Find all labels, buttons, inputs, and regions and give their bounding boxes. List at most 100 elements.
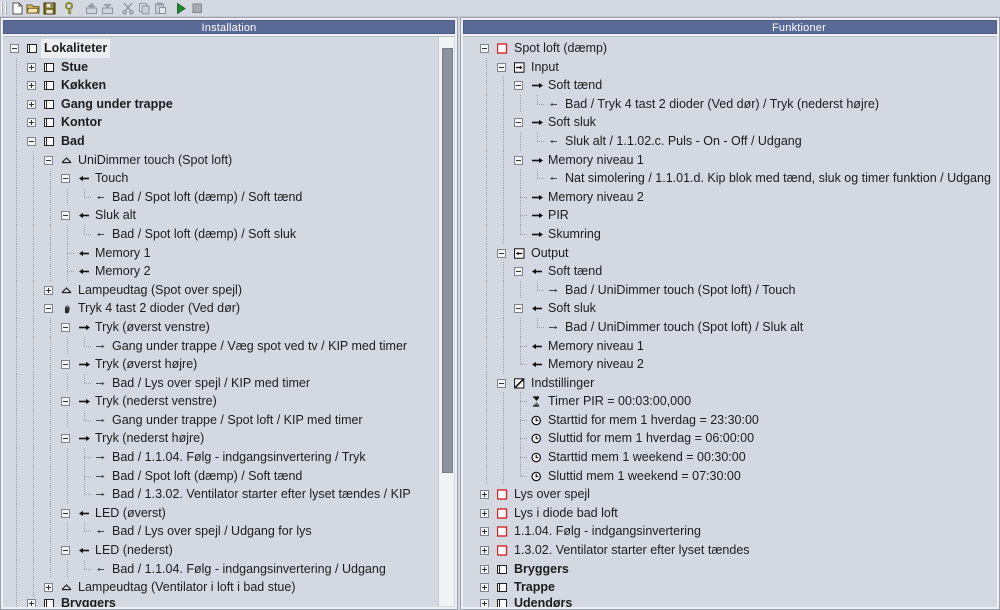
collapse-node-button[interactable] bbox=[477, 39, 496, 58]
upload-icon[interactable] bbox=[83, 1, 99, 16]
tree-row[interactable]: Soft sluk bbox=[463, 113, 991, 132]
tree-row[interactable]: Output bbox=[463, 243, 991, 263]
key-icon[interactable] bbox=[62, 1, 78, 16]
tree-row[interactable]: Soft tænd bbox=[463, 76, 991, 95]
expand-node-button[interactable] bbox=[24, 95, 43, 114]
tree-row[interactable]: Bad / Spot loft (dæmp) / Soft tænd bbox=[3, 187, 411, 207]
tree-row[interactable]: Memory niveau 2 bbox=[463, 187, 991, 207]
tree-row[interactable]: Bryggers bbox=[3, 593, 411, 607]
tree-row[interactable]: 1.3.02. Ventilator starter efter lyset t… bbox=[463, 541, 991, 560]
tree-row[interactable]: Spot loft (dæmp) bbox=[463, 39, 991, 58]
tree-row[interactable]: Bad / Tryk 4 tast 2 dioder (Ved dør) / T… bbox=[463, 94, 991, 114]
tree-row[interactable]: Starttid mem 1 weekend = 00:30:00 bbox=[463, 448, 991, 467]
tree-row[interactable]: Sluk alt / 1.1.02.c. Puls - On - Off / U… bbox=[463, 131, 991, 151]
tree-row[interactable]: Skumring bbox=[463, 224, 991, 244]
tree-row[interactable]: Bad / Spot loft (dæmp) / Soft sluk bbox=[3, 224, 411, 244]
tree-row[interactable]: Bad / 1.1.04. Følg - indgangsinvertering… bbox=[3, 448, 411, 467]
tree-row[interactable]: UniDimmer touch (Spot loft) bbox=[3, 150, 411, 170]
installation-tree[interactable]: Lokaliteter Stue Køkken Gang under trappe Ko… bbox=[3, 37, 411, 607]
tree-row[interactable]: Lys i diode bad loft bbox=[463, 504, 991, 523]
functions-tree-scroll-area[interactable]: Spot loft (dæmp) Input Soft tænd Bad / Tryk… bbox=[463, 36, 997, 607]
collapse-node-button[interactable] bbox=[58, 318, 77, 337]
copy-icon[interactable] bbox=[136, 1, 152, 16]
collapse-node-button[interactable] bbox=[511, 299, 530, 318]
collapse-node-button[interactable] bbox=[494, 58, 513, 77]
tree-row[interactable]: Lampeudtag (Spot over spejl) bbox=[3, 280, 411, 300]
download-icon[interactable] bbox=[99, 1, 115, 16]
installation-tree-scroll-area[interactable]: Lokaliteter Stue Køkken Gang under trappe Ko… bbox=[3, 36, 455, 607]
tree-row[interactable]: Kontor bbox=[3, 113, 411, 132]
tree-row[interactable]: Indstillinger bbox=[463, 373, 991, 393]
tree-row[interactable]: Soft tænd bbox=[463, 262, 991, 281]
tree-row[interactable]: Lys over spejl bbox=[463, 485, 991, 504]
installation-scrollbar[interactable] bbox=[438, 37, 454, 606]
collapse-node-button[interactable] bbox=[511, 262, 530, 281]
expand-node-button[interactable] bbox=[24, 594, 43, 607]
collapse-node-button[interactable] bbox=[58, 504, 77, 523]
collapse-node-button[interactable] bbox=[511, 76, 530, 95]
tree-row[interactable]: 1.1.04. Følg - indgangsinvertering bbox=[463, 522, 991, 541]
run-play-icon[interactable] bbox=[173, 1, 189, 16]
tree-row[interactable]: Bad / UniDimmer touch (Spot loft) / Touc… bbox=[463, 280, 991, 300]
collapse-node-button[interactable] bbox=[24, 132, 43, 151]
expand-node-button[interactable] bbox=[477, 541, 496, 560]
tree-row[interactable]: Stue bbox=[3, 57, 411, 77]
tree-row[interactable]: Timer PIR = 00:03:00,000 bbox=[463, 392, 991, 411]
collapse-node-button[interactable] bbox=[58, 169, 77, 188]
expand-node-button[interactable] bbox=[477, 504, 496, 523]
tree-row[interactable]: Memory niveau 1 bbox=[463, 336, 991, 356]
tree-row[interactable]: Bad / Lys over spejl / KIP med timer bbox=[3, 373, 411, 393]
collapse-node-button[interactable] bbox=[58, 541, 77, 560]
tree-row[interactable]: Bryggers bbox=[463, 560, 991, 579]
collapse-node-button[interactable] bbox=[511, 113, 530, 132]
tree-row[interactable]: Tryk (øverst højre) bbox=[3, 355, 411, 374]
expand-node-button[interactable] bbox=[41, 281, 60, 300]
tree-row[interactable]: Bad / UniDimmer touch (Spot loft) / Sluk… bbox=[463, 317, 991, 337]
tree-row[interactable]: Gang under trappe / Spot loft / KIP med … bbox=[3, 410, 411, 430]
tree-row[interactable]: LED (øverst) bbox=[3, 503, 411, 523]
expand-node-button[interactable] bbox=[477, 522, 496, 541]
tree-row[interactable]: Sluk alt bbox=[3, 206, 411, 225]
expand-node-button[interactable] bbox=[24, 76, 43, 95]
tree-row[interactable]: Udendørs bbox=[463, 594, 991, 607]
collapse-node-button[interactable] bbox=[7, 39, 26, 58]
tree-row[interactable]: Bad / Lys over spejl / Udgang for lys bbox=[3, 522, 411, 542]
paste-icon[interactable] bbox=[152, 1, 168, 16]
tree-row[interactable]: Tryk 4 tast 2 dioder (Ved dør) bbox=[3, 299, 411, 318]
collapse-node-button[interactable] bbox=[58, 206, 77, 225]
cut-scissors-icon[interactable] bbox=[120, 1, 136, 16]
expand-node-button[interactable] bbox=[477, 560, 496, 579]
tree-row[interactable]: Sluttid for mem 1 hverdag = 06:00:00 bbox=[463, 429, 991, 449]
tree-row[interactable]: Køkken bbox=[3, 76, 411, 95]
collapse-node-button[interactable] bbox=[58, 392, 77, 411]
collapse-node-button[interactable] bbox=[494, 244, 513, 263]
tree-row[interactable]: Gang under trappe bbox=[3, 94, 411, 114]
tree-row[interactable]: Bad bbox=[3, 131, 411, 151]
installation-scrollbar-thumb[interactable] bbox=[442, 48, 453, 473]
tree-row[interactable]: Soft sluk bbox=[463, 299, 991, 318]
expand-node-button[interactable] bbox=[477, 485, 496, 504]
expand-node-button[interactable] bbox=[24, 113, 43, 132]
tree-row[interactable]: Touch bbox=[3, 169, 411, 188]
save-disk-icon[interactable] bbox=[41, 1, 57, 16]
tree-row[interactable]: Nat simolering / 1.1.01.d. Kip blok med … bbox=[463, 169, 991, 188]
new-file-icon[interactable] bbox=[9, 1, 25, 16]
collapse-node-button[interactable] bbox=[58, 355, 77, 374]
tree-row[interactable]: Memory niveau 2 bbox=[463, 355, 991, 374]
tree-row[interactable]: Memory 2 bbox=[3, 262, 411, 281]
tree-row[interactable]: Bad / 1.3.02. Ventilator starter efter l… bbox=[3, 485, 411, 504]
collapse-node-button[interactable] bbox=[41, 151, 60, 170]
tree-row[interactable]: PIR bbox=[463, 206, 991, 225]
tree-row[interactable]: Tryk (nederst højre) bbox=[3, 429, 411, 449]
toolbar-drag-handle[interactable] bbox=[1, 1, 7, 15]
collapse-node-button[interactable] bbox=[511, 151, 530, 170]
tree-row[interactable]: Bad / 1.1.04. Følg - indgangsinvertering… bbox=[3, 559, 411, 579]
expand-node-button[interactable] bbox=[477, 594, 496, 607]
tree-row[interactable]: Memory niveau 1 bbox=[463, 150, 991, 170]
open-folder-icon[interactable] bbox=[25, 1, 41, 16]
collapse-node-button[interactable] bbox=[58, 429, 77, 448]
tree-row[interactable]: Tryk (øverst venstre) bbox=[3, 317, 411, 337]
tree-row[interactable]: Gang under trappe / Væg spot ved tv / KI… bbox=[3, 336, 411, 356]
tree-row[interactable]: Input bbox=[463, 57, 991, 77]
tree-row[interactable]: Starttid for mem 1 hverdag = 23:30:00 bbox=[463, 410, 991, 430]
